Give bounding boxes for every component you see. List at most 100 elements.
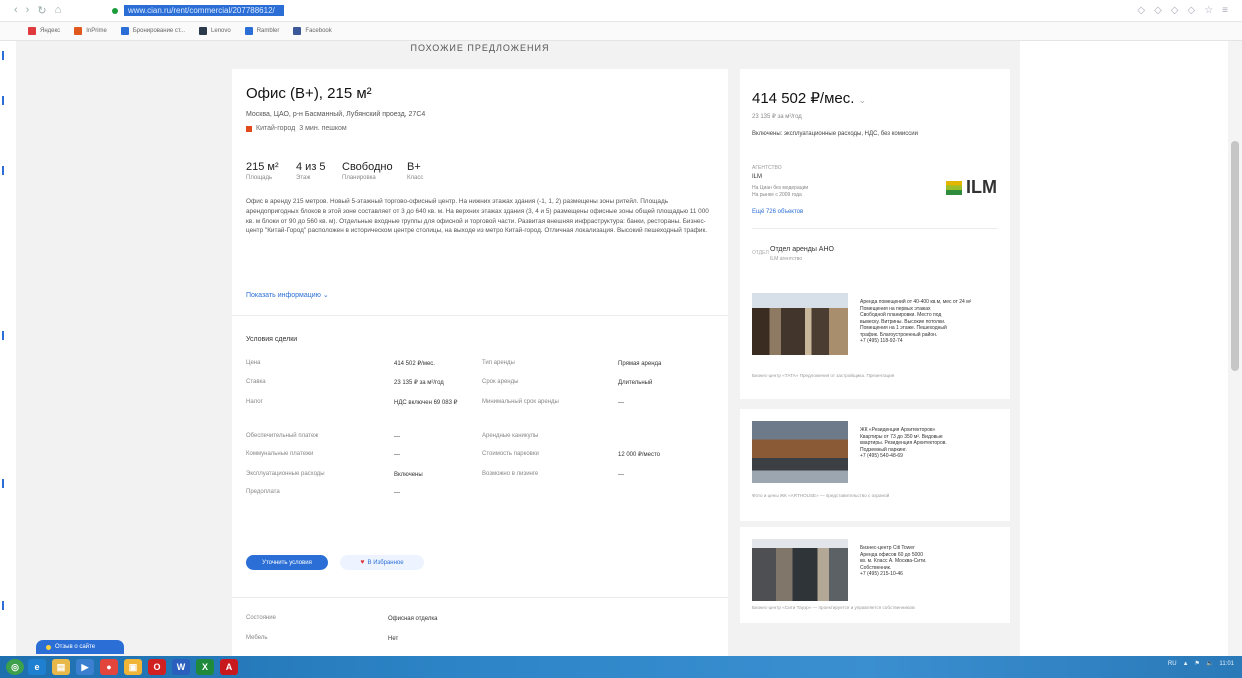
bookmark-label: InPrime (86, 28, 107, 34)
star-icon[interactable]: ☆ (1204, 5, 1213, 16)
bookmark-item[interactable]: Rambler (244, 27, 280, 35)
department-name[interactable]: Отдел аренды АНО (770, 246, 834, 253)
ie-icon[interactable]: e (28, 659, 46, 675)
price-chevron-icon[interactable]: ⌄ (859, 95, 867, 105)
bookmark-label: Rambler (256, 28, 280, 34)
bookmark-icon (74, 27, 83, 35)
menu-icon[interactable]: ≡ (1222, 5, 1228, 16)
condition-label: Ставка (246, 379, 266, 385)
department-icon: ОТДЕЛ (752, 250, 769, 256)
tray-item[interactable]: RU (1168, 661, 1177, 667)
price-card: 414 502 ₽/мес. ⌄ 23 135 ₽ за м²/год Вклю… (740, 69, 1010, 305)
folder-icon[interactable]: ▣ (124, 659, 142, 675)
add-favorite-button[interactable]: ♥ В Избранное (340, 555, 424, 570)
condition-value: Длительный (618, 380, 653, 386)
metro-time: 3 мин. пешком (299, 125, 347, 132)
detail-value: Нет (388, 636, 399, 642)
bookmark-item[interactable]: Facebook (293, 27, 332, 35)
forward-icon[interactable]: › (26, 4, 30, 17)
condition-label: Налог (246, 399, 263, 405)
show-more-link[interactable]: Показать информацию ⌄ (246, 291, 329, 299)
tray-item[interactable]: 🔈 (1206, 660, 1213, 667)
system-tray: RU ▲ ⚑ 🔈 11:01 (1168, 660, 1234, 668)
bookmark-item[interactable]: Яндекс (28, 27, 60, 35)
divider (232, 597, 728, 598)
page-viewport: ПОХОЖИЕ ПРЕДЛОЖЕНИЯ Офис (B+), 215 м² Мо… (0, 41, 1242, 656)
department-sub: ILM агентство (770, 256, 803, 262)
condition-label: Цена (246, 360, 261, 366)
ilm-logo[interactable]: ILM (946, 177, 997, 198)
extension-icon[interactable]: ◇ (1187, 5, 1195, 16)
feedback-icon (46, 644, 51, 650)
home-icon[interactable]: ⌂ (55, 4, 62, 17)
gutter-mark (2, 601, 4, 610)
extension-icon[interactable]: ◇ (1154, 5, 1162, 16)
right-margin (1020, 41, 1242, 656)
detail-value: Офисная отделка (388, 616, 438, 622)
stat-value: Свободно (342, 161, 393, 173)
agency-name[interactable]: ILM (752, 174, 762, 180)
media-icon[interactable]: ▶ (76, 659, 94, 675)
condition-label: Срок аренды (482, 379, 519, 385)
bookmark-item[interactable]: Бронирование ст... (120, 27, 185, 35)
metro-station[interactable]: Китай-город (256, 125, 295, 132)
address-bar[interactable]: www.cian.ru/rent/commercial/207788612/ (112, 4, 284, 17)
ad-image[interactable] (752, 293, 848, 355)
feedback-button[interactable]: Отзыв о сайте (36, 640, 124, 654)
condition-label: Минимальный срок аренды (482, 399, 559, 405)
ad-text[interactable]: Аренда помещений от 40-400 кв.м, мес от … (860, 299, 1000, 345)
tray-item[interactable]: 11:01 (1219, 661, 1234, 667)
word-icon[interactable]: W (172, 659, 190, 675)
listing-address[interactable]: Москва, ЦАО, р-н Басманный, Лубянский пр… (246, 111, 425, 118)
detail-label: Состояние (246, 615, 276, 621)
extension-icon[interactable]: ◇ (1137, 5, 1145, 16)
bookmark-item[interactable]: InPrime (74, 27, 107, 35)
stat-class: B+ Класс (407, 161, 423, 181)
ad-image[interactable] (752, 539, 848, 601)
bookmark-icon (120, 27, 129, 35)
similar-offers-header: ПОХОЖИЕ ПРЕДЛОЖЕНИЯ (410, 43, 550, 53)
tray-item[interactable]: ⚑ (1195, 660, 1200, 667)
stat-label: Этаж (296, 175, 311, 181)
opera-icon[interactable]: O (148, 659, 166, 675)
ad-image[interactable] (752, 421, 848, 483)
ad-card[interactable]: Аренда помещений от 40-400 кв.м, мес от … (740, 281, 1010, 399)
ad-card[interactable]: Бизнес-центр Citi Tower Аренда офисов 60… (740, 527, 1010, 623)
condition-label: Стоимость парковки (482, 451, 539, 457)
extension-icon[interactable]: ◇ (1171, 5, 1179, 16)
ad-card[interactable]: ЖК «Резиденция Архитекторов» Квартиры от… (740, 409, 1010, 521)
pdf-icon[interactable]: A (220, 659, 238, 675)
agency-objects-link[interactable]: Ещё 726 объектов (752, 209, 803, 215)
stat-value: B+ (407, 161, 421, 173)
ad-text[interactable]: ЖК «Резиденция Архитекторов» Квартиры от… (860, 427, 1000, 460)
excel-icon[interactable]: X (196, 659, 214, 675)
clarify-terms-button[interactable]: Уточнить условия (246, 555, 328, 570)
condition-value: НДС включен 69 083 ₽ (394, 400, 458, 406)
tray-item[interactable]: ▲ (1183, 661, 1189, 667)
condition-label: Арендные каникулы (482, 433, 539, 439)
bookmark-icon (293, 27, 302, 35)
ad-footer: Бизнес-центр «ТАТА» Предложения от застр… (752, 373, 895, 378)
start-button[interactable]: ◎ (6, 659, 24, 675)
metro-info: Китай-город 3 мин. пешком (246, 125, 347, 132)
bookmarks-bar: Яндекс InPrime Бронирование ст... Lenovo Ram… (0, 22, 1242, 41)
metro-icon (246, 125, 252, 132)
condition-label: Возможно в лизинге (482, 471, 539, 477)
back-icon[interactable]: ‹ (14, 4, 18, 17)
url-text[interactable]: www.cian.ru/rent/commercial/207788612/ (124, 5, 284, 16)
scroll-thumb[interactable] (1231, 141, 1239, 371)
condition-label: Обеспечительный платеж (246, 433, 319, 439)
chrome-icon[interactable]: ● (100, 659, 118, 675)
scrollbar[interactable] (1228, 41, 1242, 656)
ad-text[interactable]: Бизнес-центр Citi Tower Аренда офисов 60… (860, 545, 1000, 578)
bookmark-item[interactable]: Lenovo (199, 27, 231, 35)
ilm-logo-text: ILM (966, 177, 997, 197)
explorer-icon[interactable]: ▤ (52, 659, 70, 675)
detail-label: Мебель (246, 635, 268, 641)
condition-label: Коммунальные платежи (246, 451, 314, 457)
taskbar-apps: e ▤ ▶ ● ▣ O W X A (28, 659, 238, 675)
stat-floor: 4 из 5 Этаж (296, 161, 326, 181)
reload-icon[interactable]: ↻ (37, 4, 46, 17)
secure-icon (112, 7, 118, 14)
gutter-mark (2, 479, 4, 488)
